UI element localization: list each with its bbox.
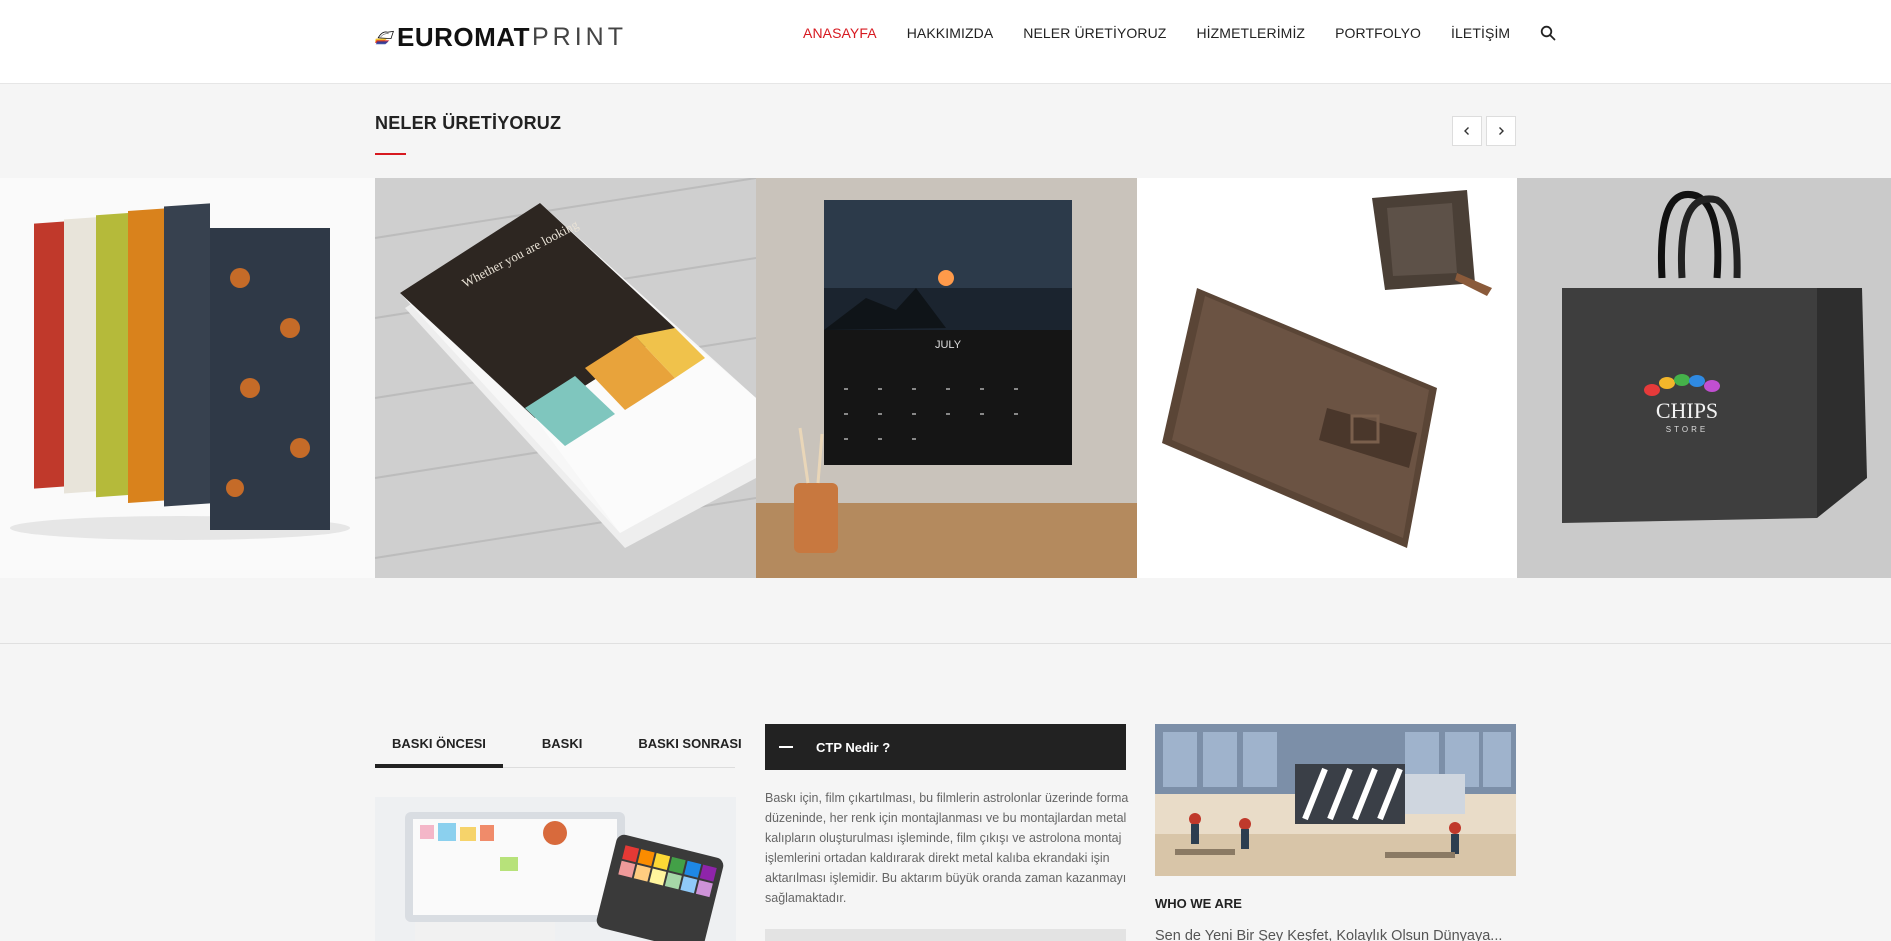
design-workspace-image [375,797,736,941]
nav-item-hizmetlerimiz[interactable]: HİZMETLERİMİZ [1196,25,1305,41]
product-carousel: Whether you are looking JULY CHIPS STORE [0,178,1891,578]
bag-image: CHIPS STORE [1517,178,1891,578]
who-we-are-title: WHO WE ARE [1155,896,1242,911]
who-we-are-text: Sen de Yeni Bir Şey Keşfet, Kolaylık Ols… [1155,928,1503,941]
tab-baski-oncesi[interactable]: BASKI ÖNCESI [375,724,503,768]
bag-brand-sub: STORE [1666,425,1708,434]
site-logo[interactable]: EUROMAT PRINT [375,18,627,56]
services-tabs: BASKI ÖNCESI BASKI BASKI SONRASI [375,724,742,768]
faq-accordion-next[interactable] [765,929,1126,941]
faq-body: Baskı için, film çıkartılması, bu filmle… [765,791,1129,905]
carousel-prev-button[interactable] [1452,116,1482,146]
nav-item-neler-uretiyoruz[interactable]: NELER ÜRETİYORUZ [1023,25,1166,41]
logo-text-bold: EUROMAT [396,21,530,52]
tab-baski[interactable]: BASKI [525,724,599,768]
logo-emblem-icon [375,30,394,45]
minus-icon [779,746,793,748]
product-slide-books[interactable] [0,178,375,578]
calendar-image: JULY [756,178,1137,578]
bag-brand: CHIPS [1656,398,1718,423]
product-slide-bag[interactable]: CHIPS STORE [1517,178,1891,578]
nav-item-portfolyo[interactable]: PORTFOLYO [1335,25,1421,41]
tab-image-design-workspace [375,797,736,941]
product-slide-brochures[interactable]: Whether you are looking [375,178,756,578]
nav-item-anasayfa[interactable]: ANASAYFA [803,25,877,41]
main-nav: ANASAYFA HAKKIMIZDA NELER ÜRETİYORUZ HİZ… [803,22,1556,44]
carousel-next-button[interactable] [1486,116,1516,146]
print-shop-illustration [1155,724,1516,876]
products-section-title: NELER ÜRETİYORUZ [375,113,562,133]
search-icon[interactable] [1540,25,1556,41]
who-we-are-image [1155,724,1516,876]
site-header: EUROMAT PRINT ANASAYFA HAKKIMIZDA NELER … [0,0,1891,84]
tab-baski-sonrasi[interactable]: BASKI SONRASI [621,724,758,768]
brochures-image: Whether you are looking [375,178,756,578]
books-image [0,178,375,578]
nav-item-hakkimizda[interactable]: HAKKIMIZDA [907,25,994,41]
notebook-image [1137,178,1517,578]
faq-accordion-header[interactable]: CTP Nedir ? [765,724,1126,770]
logo-text-light: PRINT [532,22,627,51]
product-slide-notebook[interactable] [1137,178,1517,578]
product-slide-calendar[interactable]: JULY [756,178,1137,578]
section-divider [0,643,1891,644]
title-underline [375,153,406,155]
chevron-right-icon [1499,127,1504,135]
chevron-left-icon [1464,127,1469,135]
nav-item-iletisim[interactable]: İLETİŞİM [1451,25,1510,41]
faq-title: CTP Nedir ? [816,739,891,755]
calendar-month: JULY [935,339,962,351]
